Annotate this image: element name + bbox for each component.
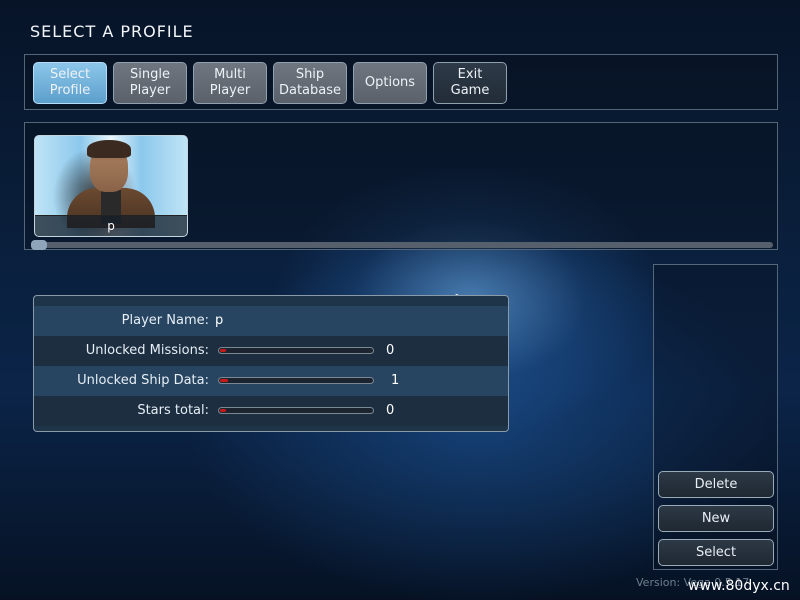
stat-row-player-name: Player Name: p [34,306,508,336]
ship-database-button[interactable]: Ship Database [273,62,347,104]
exit-game-button[interactable]: Exit Game [433,62,507,104]
unlocked-ship-data-bar-fill [220,379,228,382]
profile-list: p [24,122,778,250]
options-button[interactable]: Options [353,62,427,104]
unlocked-ship-data-value: 1 [391,373,400,388]
unlocked-missions-value: 0 [386,343,395,358]
scrollbar-thumb[interactable] [31,240,47,250]
profile-stats-panel: Player Name: p Unlocked Missions: 0 Unlo… [33,295,509,432]
unlocked-missions-bar-fill [220,349,226,352]
multi-player-button[interactable]: Multi Player [193,62,267,104]
new-button[interactable]: New [658,505,774,532]
player-name-value: p [215,313,224,328]
stat-row-missions: Unlocked Missions: 0 [34,336,508,366]
profile-card[interactable]: p [34,135,188,237]
select-button[interactable]: Select [658,539,774,566]
main-menu-bar: Select Profile Single Player Multi Playe… [24,54,778,110]
delete-button[interactable]: Delete [658,471,774,498]
unlocked-missions-bar [218,347,374,354]
avatar-hair [87,140,131,158]
stars-total-bar-fill [220,409,226,412]
unlocked-ship-data-bar [218,377,374,384]
stars-total-label: Stars total: [137,403,209,418]
player-name-label: Player Name: [121,313,209,328]
watermark: www.80dyx.cn [688,578,790,594]
unlocked-ship-data-label: Unlocked Ship Data: [77,373,209,388]
stars-total-value: 0 [386,403,395,418]
page-title: SELECT A PROFILE [30,22,194,41]
stat-row-stars: Stars total: 0 [34,396,508,426]
select-profile-button[interactable]: Select Profile [33,62,107,104]
single-player-button[interactable]: Single Player [113,62,187,104]
stat-row-ship-data: Unlocked Ship Data: 1 [34,366,508,396]
profile-scrollbar[interactable] [31,240,773,250]
unlocked-missions-label: Unlocked Missions: [85,343,209,358]
profile-name: p [35,215,187,236]
stars-total-bar [218,407,374,414]
